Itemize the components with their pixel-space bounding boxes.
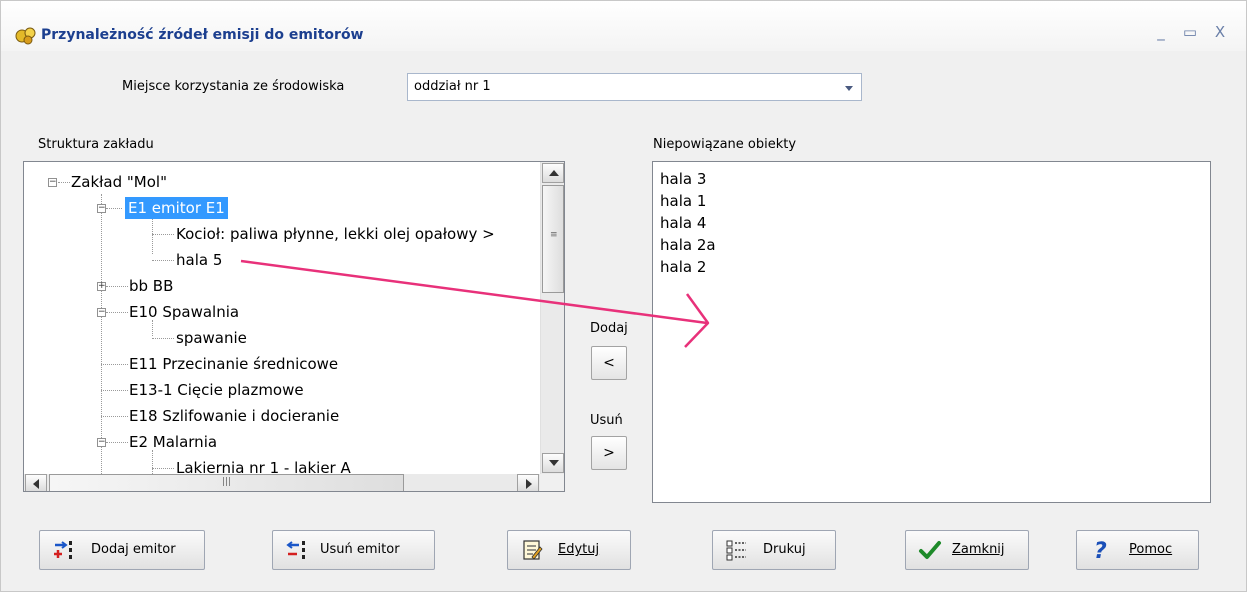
svg-text:?: ? xyxy=(1094,539,1107,561)
arrow-right-icon xyxy=(526,479,532,489)
tree-node-emitter[interactable]: E18 Szlifowanie i docieranie xyxy=(129,404,339,428)
list-item[interactable]: hala 1 xyxy=(660,190,706,212)
tree-connector xyxy=(106,312,128,313)
list-item[interactable]: hala 2a xyxy=(660,234,716,256)
remove-label: Usuń xyxy=(590,413,623,428)
list-item[interactable]: hala 3 xyxy=(660,168,706,190)
collapse-icon[interactable]: − xyxy=(48,178,57,187)
checkmark-icon xyxy=(919,541,941,559)
arrow-up-icon xyxy=(549,170,559,176)
tree-node-source[interactable]: Kocioł: paliwa płynne, lekki olej opałow… xyxy=(176,222,495,246)
add-to-emitter-button[interactable]: < xyxy=(591,346,627,380)
tree-connector xyxy=(106,442,128,443)
tree-node-emitter[interactable]: E13-1 Cięcie plazmowe xyxy=(129,378,304,402)
list-item[interactable]: hala 2 xyxy=(660,256,706,278)
tree-node-emitter-e1[interactable]: E1 emitor E1 xyxy=(125,197,228,219)
close-button[interactable]: Zamknij xyxy=(905,530,1029,570)
grip-icon: ||| xyxy=(222,477,232,487)
print-button[interactable]: Drukuj xyxy=(712,530,836,570)
list-item[interactable]: hala 4 xyxy=(660,212,706,234)
scroll-right-button[interactable] xyxy=(517,474,539,491)
close-label: Zamknij xyxy=(952,542,1005,557)
dialog-window: Przynależność źródeł emisji do emitorów … xyxy=(0,0,1247,592)
scroll-up-button[interactable] xyxy=(542,163,564,183)
app-icon xyxy=(15,27,36,45)
tree-connector xyxy=(152,234,174,235)
tree-connector xyxy=(101,416,128,417)
tree-connector xyxy=(106,208,122,209)
add-emitter-label: Dodaj emitor xyxy=(91,542,176,557)
tree-node-plant[interactable]: Zakład "Mol" xyxy=(71,170,167,194)
tree-node-emitter[interactable]: E11 Przecinanie średnicowe xyxy=(129,352,338,376)
help-label: Pomoc xyxy=(1129,542,1173,557)
unlinked-objects-list[interactable]: hala 3 hala 1 hala 4 hala 2a hala 2 xyxy=(652,161,1211,503)
tree-node-source[interactable]: spawanie xyxy=(176,326,247,350)
horizontal-scrollbar[interactable]: ||| xyxy=(24,474,564,491)
minimize-button[interactable]: _ xyxy=(1152,23,1170,41)
grip-icon: ≡ xyxy=(550,230,558,240)
title-bar: Przynależność źródeł emisji do emitorów … xyxy=(1,1,1246,51)
location-select-value: oddział nr 1 xyxy=(414,79,491,94)
tree-connector xyxy=(152,216,153,254)
tree-connector xyxy=(152,338,174,339)
scroll-left-button[interactable] xyxy=(25,474,47,491)
collapse-icon[interactable]: − xyxy=(97,438,106,447)
tree-connector xyxy=(101,194,102,474)
tree-connector xyxy=(106,286,128,287)
remove-emitter-label: Usuń emitor xyxy=(320,542,400,557)
tree-node-source[interactable]: hala 5 xyxy=(176,248,222,272)
unlinked-label: Niepowiązane obiekty xyxy=(653,137,797,152)
tree-node-emitter[interactable]: bb BB xyxy=(129,274,173,298)
tree-label: Struktura zakładu xyxy=(38,137,154,152)
print-label: Drukuj xyxy=(763,542,806,557)
close-window-button[interactable]: X xyxy=(1211,23,1229,41)
horizontal-scroll-thumb[interactable]: ||| xyxy=(49,474,404,491)
window-title: Przynależność źródeł emisji do emitorów xyxy=(41,27,364,43)
collapse-icon[interactable]: − xyxy=(97,204,106,213)
tree-connector xyxy=(58,182,70,183)
add-emitter-icon xyxy=(54,541,72,559)
tree-connector xyxy=(101,364,128,365)
vertical-scrollbar[interactable]: ≡ xyxy=(540,162,564,474)
maximize-button[interactable]: ▭ xyxy=(1181,23,1199,41)
collapse-icon[interactable]: − xyxy=(97,308,106,317)
plant-structure-tree[interactable]: − − + − − Zakład "Mol" E1 emitor E1 Koci… xyxy=(23,161,565,492)
remove-from-emitter-button[interactable]: > xyxy=(591,436,627,470)
remove-emitter-icon xyxy=(286,541,305,559)
edit-label: Edytuj xyxy=(558,542,600,557)
arrow-down-icon xyxy=(549,460,559,466)
chevron-down-icon[interactable] xyxy=(845,86,853,91)
location-label: Miejsce korzystania ze środowiska xyxy=(122,79,345,94)
tree-connector xyxy=(101,390,128,391)
help-button[interactable]: ? Pomoc xyxy=(1076,530,1199,570)
arrow-left-icon xyxy=(33,479,39,489)
tree-node-source[interactable]: Lakiernia nr 1 - lakier A xyxy=(176,456,351,474)
scroll-corner xyxy=(540,474,564,491)
help-icon: ? xyxy=(1094,539,1107,561)
add-emitter-button[interactable]: Dodaj emitor xyxy=(39,530,205,570)
tree-node-emitter[interactable]: E10 Spawalnia xyxy=(129,300,239,324)
print-list-icon xyxy=(726,540,746,561)
tree-node-emitter[interactable]: E2 Malarnia xyxy=(129,430,217,454)
remove-emitter-button[interactable]: Usuń emitor xyxy=(272,530,435,570)
add-label: Dodaj xyxy=(590,321,628,336)
vertical-scroll-thumb[interactable]: ≡ xyxy=(542,185,564,293)
expand-icon[interactable]: + xyxy=(97,282,106,291)
location-select[interactable]: oddział nr 1 xyxy=(407,73,862,101)
tree-connector xyxy=(152,468,174,469)
edit-button[interactable]: Edytuj xyxy=(507,530,631,570)
scroll-down-button[interactable] xyxy=(542,453,564,473)
edit-icon xyxy=(523,540,543,560)
tree-content: − − + − − Zakład "Mol" E1 emitor E1 Koci… xyxy=(24,162,539,474)
tree-connector xyxy=(152,260,174,261)
